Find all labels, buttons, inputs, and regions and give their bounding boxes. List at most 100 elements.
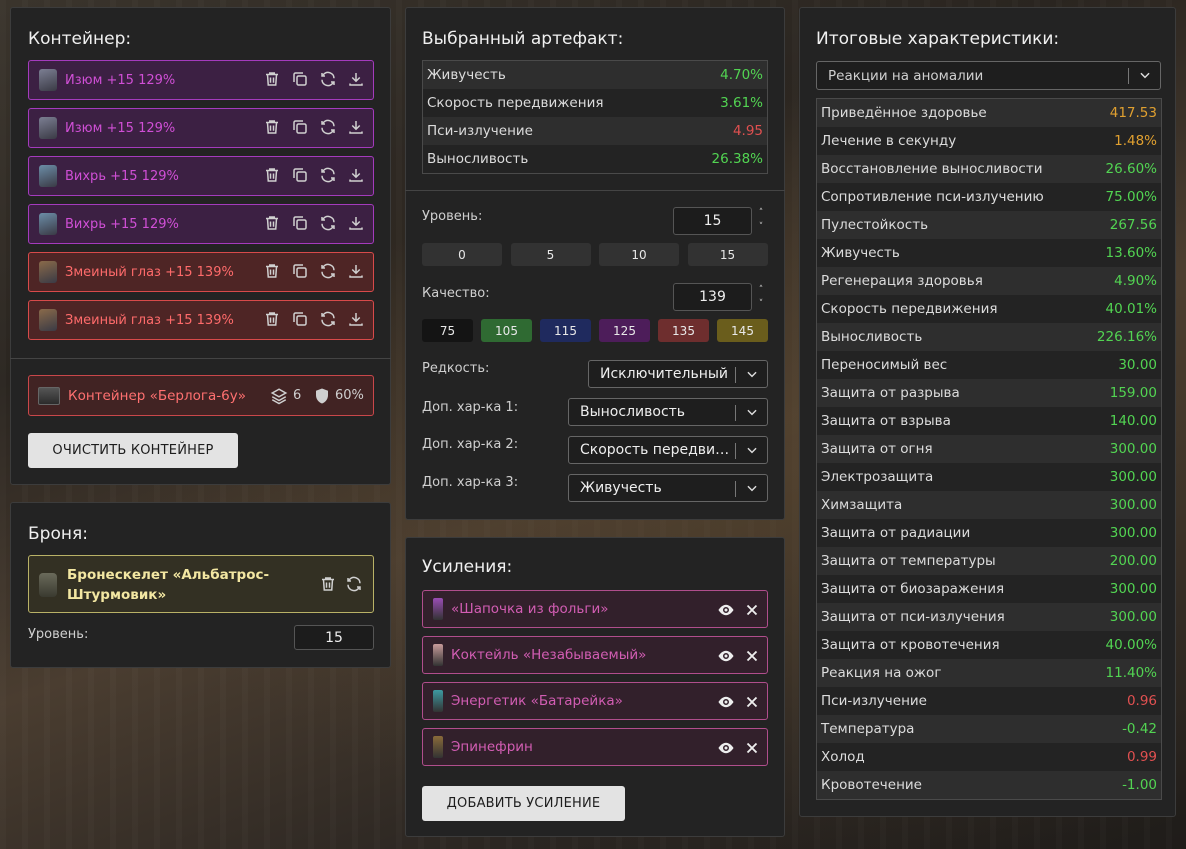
total-stat-row: Защита от разрыва 159.00 (817, 379, 1161, 407)
quality-preset-button[interactable]: 135 (658, 319, 709, 342)
artifact-level-label: Уровень: (422, 209, 483, 224)
copy-icon[interactable] (291, 166, 309, 184)
total-stat-name: Приведённое здоровье (821, 105, 987, 121)
quality-preset-button[interactable]: 145 (717, 319, 768, 342)
container-artifact-item[interactable]: Изюм +15 129% (28, 108, 374, 148)
rarity-select[interactable]: Исключительный (588, 360, 768, 388)
copy-icon[interactable] (291, 262, 309, 280)
total-stat-name: Защита от температуры (821, 553, 996, 569)
totals-filter-select[interactable]: Реакции на аномалии (816, 61, 1161, 90)
quality-preset-button[interactable]: 75 (422, 319, 473, 342)
total-stat-value: 40.00% (1105, 637, 1157, 653)
artifact-icon (39, 69, 57, 91)
extra2-select[interactable]: Скорость передвижения (568, 436, 768, 464)
add-boost-button[interactable]: ДОБАВИТЬ УСИЛЕНИЕ (422, 786, 625, 821)
artifact-level-input[interactable]: 15 (673, 207, 752, 235)
copy-icon[interactable] (291, 310, 309, 328)
replace-icon[interactable] (319, 214, 337, 232)
close-icon[interactable] (743, 647, 758, 662)
boost-item[interactable]: Коктейль «Незабываемый» (422, 636, 768, 674)
download-icon[interactable] (347, 166, 365, 184)
container-artifact-item[interactable]: Змеиный глаз +15 139% (28, 300, 374, 340)
boost-item[interactable]: Энергетик «Батарейка» (422, 682, 768, 720)
boost-item[interactable]: «Шапочка из фольги» (422, 590, 768, 628)
replace-icon[interactable] (345, 575, 363, 593)
total-stat-name: Холод (821, 749, 865, 765)
trash-icon[interactable] (263, 310, 281, 328)
trash-icon[interactable] (263, 166, 281, 184)
quality-preset-button[interactable]: 115 (540, 319, 591, 342)
total-stat-name: Защита от взрыва (821, 413, 951, 429)
total-stat-row: Защита от огня 300.00 (817, 435, 1161, 463)
download-icon[interactable] (347, 310, 365, 328)
download-icon[interactable] (347, 262, 365, 280)
stat-value: 3.61% (720, 95, 763, 111)
total-stat-row: Защита от радиации 300.00 (817, 519, 1161, 547)
armor-level-input[interactable]: 15 (294, 625, 374, 650)
level-spin-down-icon[interactable]: ˅ (756, 222, 766, 232)
replace-icon[interactable] (319, 118, 337, 136)
boost-actions (717, 601, 758, 616)
artifact-quality-input[interactable]: 139 (673, 283, 752, 311)
replace-icon[interactable] (319, 70, 337, 88)
container-box[interactable]: Контейнер «Берлога-6у» 6 60% (28, 375, 374, 416)
eye-icon[interactable] (717, 693, 734, 708)
replace-icon[interactable] (319, 310, 337, 328)
level-preset-button[interactable]: 10 (599, 243, 679, 266)
quality-spin-down-icon[interactable]: ˅ (756, 299, 766, 309)
copy-icon[interactable] (291, 214, 309, 232)
container-artifact-item[interactable]: Вихрь +15 129% (28, 204, 374, 244)
total-stat-name: Защита от биозаражения (821, 581, 1005, 597)
total-stat-row: Пси-излучение 0.96 (817, 687, 1161, 715)
stat-row: Выносливость 26.38% (423, 145, 767, 173)
total-stat-value: 4.90% (1114, 273, 1157, 289)
level-preset-button[interactable]: 5 (510, 243, 591, 266)
total-stat-value: 11.40% (1105, 665, 1157, 681)
copy-icon[interactable] (291, 118, 309, 136)
total-stat-row: Пулестойкость 267.56 (817, 211, 1161, 239)
trash-icon[interactable] (263, 70, 281, 88)
total-stat-value: 300.00 (1109, 581, 1157, 597)
quality-preset-button[interactable]: 105 (481, 319, 532, 342)
total-stat-name: Переносимый вес (821, 357, 948, 373)
boost-item[interactable]: Эпинефрин (422, 728, 768, 766)
artifact-icon (39, 309, 57, 331)
clear-container-button[interactable]: ОЧИСТИТЬ КОНТЕЙНЕР (28, 433, 238, 468)
copy-icon[interactable] (291, 70, 309, 88)
armor-item[interactable]: Бронескелет «Альбатрос-Штурмовик» (28, 555, 374, 613)
replace-icon[interactable] (319, 262, 337, 280)
download-icon[interactable] (347, 214, 365, 232)
level-preset-button[interactable]: 0 (422, 243, 502, 266)
container-artifact-item[interactable]: Вихрь +15 129% (28, 156, 374, 196)
trash-icon[interactable] (319, 575, 337, 593)
download-icon[interactable] (347, 70, 365, 88)
trash-icon[interactable] (263, 118, 281, 136)
trash-icon[interactable] (263, 262, 281, 280)
level-preset-button[interactable]: 15 (687, 243, 768, 266)
container-artifact-item[interactable]: Изюм +15 129% (28, 60, 374, 100)
artifact-label: Змеиный глаз +15 139% (65, 264, 234, 280)
extra1-select[interactable]: Выносливость (568, 398, 768, 426)
quality-spin-up-icon[interactable]: ˄ (756, 285, 766, 295)
level-spin-up-icon[interactable]: ˄ (756, 208, 766, 218)
total-stat-value: 300.00 (1109, 609, 1157, 625)
container-artifact-item[interactable]: Змеиный глаз +15 139% (28, 252, 374, 292)
eye-icon[interactable] (717, 647, 734, 662)
eye-icon[interactable] (717, 601, 734, 616)
total-stat-row: Холод 0.99 (817, 743, 1161, 771)
artifact-actions (263, 70, 365, 88)
close-icon[interactable] (743, 693, 758, 708)
quality-preset-button[interactable]: 125 (599, 319, 650, 342)
trash-icon[interactable] (263, 214, 281, 232)
close-icon[interactable] (743, 739, 758, 754)
total-stat-row: Восстановление выносливости 26.60% (817, 155, 1161, 183)
extra3-select[interactable]: Живучесть (568, 474, 768, 502)
total-stat-value: 267.56 (1109, 217, 1157, 233)
replace-icon[interactable] (319, 166, 337, 184)
download-icon[interactable] (347, 118, 365, 136)
close-icon[interactable] (743, 601, 758, 616)
total-stat-name: Лечение в секунду (821, 133, 957, 149)
eye-icon[interactable] (717, 739, 734, 754)
artifact-title: Выбранный артефакт: (422, 29, 624, 49)
boost-icon (433, 690, 443, 712)
